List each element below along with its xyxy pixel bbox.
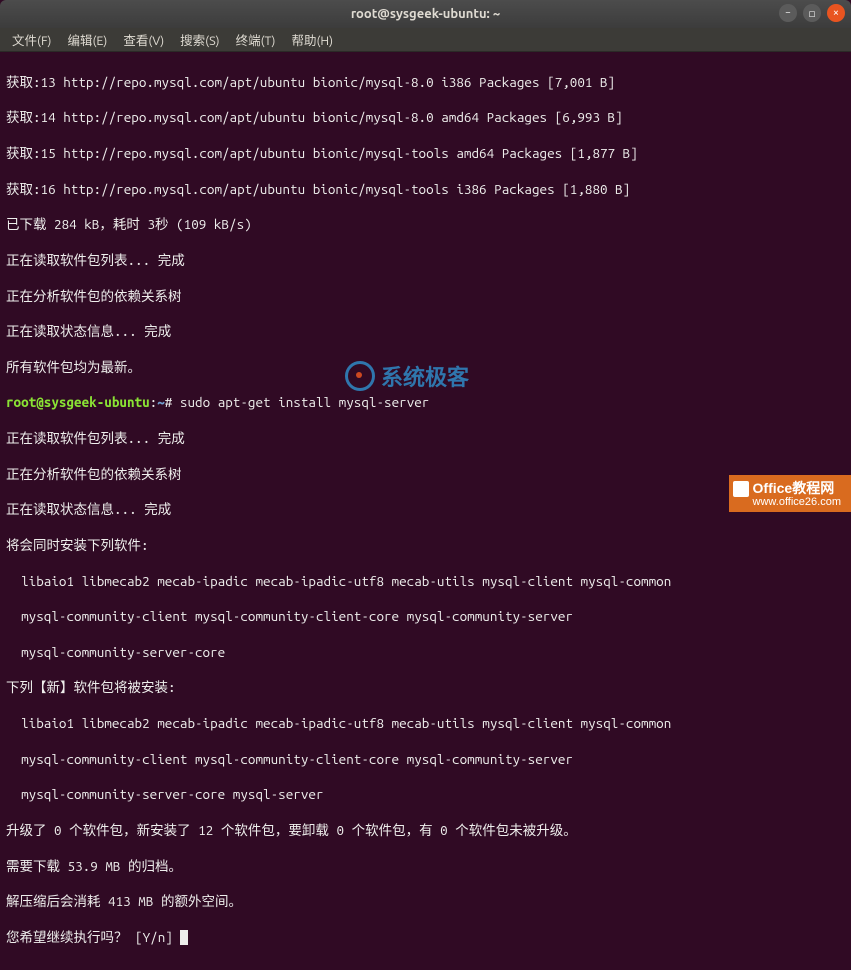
prompt-line: root@sysgeek-ubuntu:~# sudo apt-get inst…	[6, 394, 845, 412]
window-titlebar: root@sysgeek-ubuntu: ~ – ◻ ×	[0, 0, 851, 28]
terminal-output[interactable]: 获取:13 http://repo.mysql.com/apt/ubuntu b…	[0, 52, 851, 970]
output-line: 将会同时安装下列软件:	[6, 537, 845, 555]
output-line: 解压缩后会消耗 413 MB 的额外空间。	[6, 893, 845, 911]
output-line: 升级了 0 个软件包，新安装了 12 个软件包，要卸载 0 个软件包，有 0 个…	[6, 822, 845, 840]
output-line: 下列【新】软件包将被安装:	[6, 679, 845, 697]
output-line: mysql-community-server-core	[6, 644, 845, 662]
command-text: sudo apt-get install mysql-server	[180, 394, 429, 410]
output-line: 获取:13 http://repo.mysql.com/apt/ubuntu b…	[6, 74, 845, 92]
output-line: libaio1 libmecab2 mecab-ipadic mecab-ipa…	[6, 573, 845, 591]
output-line: 正在读取软件包列表... 完成	[6, 252, 845, 270]
menu-bar: 文件(F) 编辑(E) 查看(V) 搜索(S) 终端(T) 帮助(H)	[0, 28, 851, 52]
menu-search[interactable]: 搜索(S)	[174, 28, 225, 51]
prompt-continue: 您希望继续执行吗？ [Y/n]	[6, 929, 845, 947]
menu-edit[interactable]: 编辑(E)	[61, 28, 113, 51]
window-title: root@sysgeek-ubuntu: ~	[351, 7, 500, 21]
output-line: libaio1 libmecab2 mecab-ipadic mecab-ipa…	[6, 715, 845, 733]
cursor-icon	[180, 930, 188, 945]
output-line: mysql-community-server-core mysql-server	[6, 786, 845, 804]
output-line: 正在读取状态信息... 完成	[6, 501, 845, 519]
output-line: 正在分析软件包的依赖关系树	[6, 288, 845, 306]
output-line: mysql-community-client mysql-community-c…	[6, 751, 845, 769]
maximize-button[interactable]: ◻	[803, 4, 821, 22]
window-controls: – ◻ ×	[779, 4, 845, 22]
output-line: 获取:16 http://repo.mysql.com/apt/ubuntu b…	[6, 181, 845, 199]
prompt-hash: #	[165, 394, 180, 410]
output-line: 正在分析软件包的依赖关系树	[6, 466, 845, 484]
output-line: 已下载 284 kB，耗时 3秒 (109 kB/s)	[6, 216, 845, 234]
output-line: mysql-community-client mysql-community-c…	[6, 608, 845, 626]
menu-view[interactable]: 查看(V)	[117, 28, 170, 51]
menu-file[interactable]: 文件(F)	[6, 28, 57, 51]
menu-help[interactable]: 帮助(H)	[285, 28, 339, 51]
output-line: 正在读取软件包列表... 完成	[6, 430, 845, 448]
output-line: 获取:14 http://repo.mysql.com/apt/ubuntu b…	[6, 109, 845, 127]
close-button[interactable]: ×	[827, 4, 845, 22]
prompt-user: root@sysgeek-ubuntu	[6, 394, 150, 410]
output-line: 获取:15 http://repo.mysql.com/apt/ubuntu b…	[6, 145, 845, 163]
output-line: 需要下载 53.9 MB 的归档。	[6, 858, 845, 876]
prompt-path: ~	[157, 394, 165, 410]
output-line: 所有软件包均为最新。	[6, 359, 845, 377]
minimize-button[interactable]: –	[779, 4, 797, 22]
output-line: 正在读取状态信息... 完成	[6, 323, 845, 341]
menu-terminal[interactable]: 终端(T)	[230, 28, 282, 51]
